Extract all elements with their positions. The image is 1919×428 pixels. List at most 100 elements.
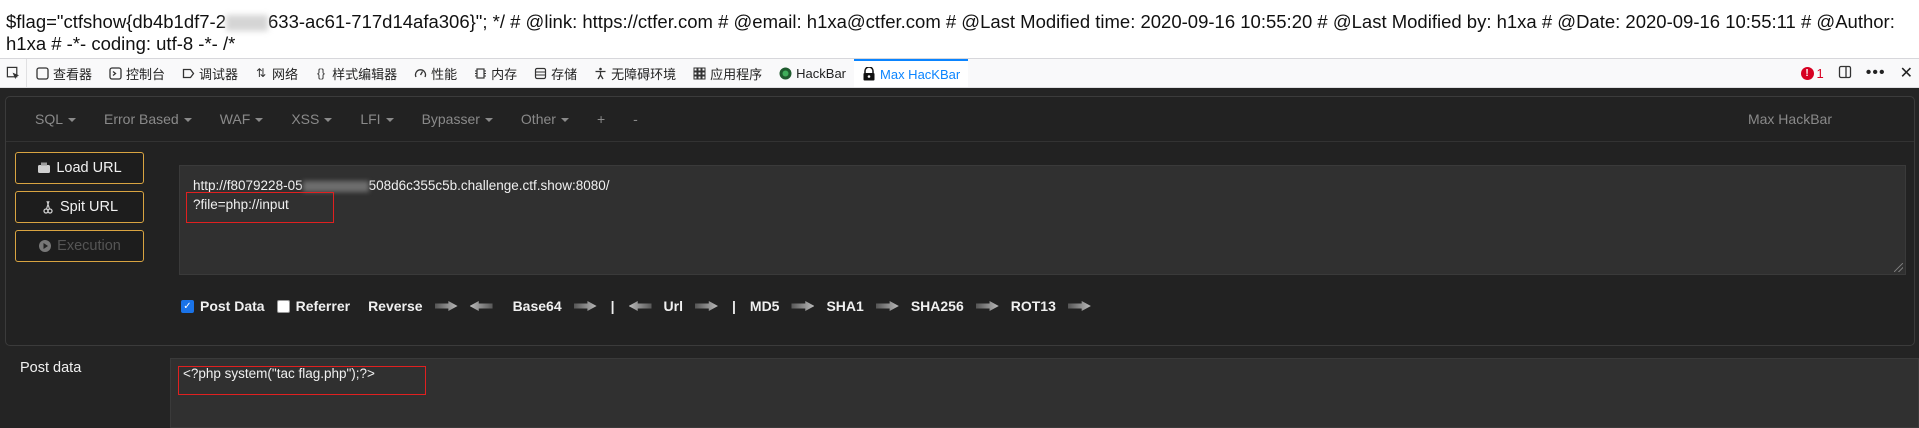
- dock-side-icon[interactable]: [1838, 65, 1852, 82]
- chevron-down-icon: [385, 117, 394, 122]
- post-data-textarea[interactable]: <?php system("tac flag.php");?>: [170, 358, 1919, 428]
- tab-performance[interactable]: 性能: [405, 59, 465, 87]
- devtools-right-controls: ! 1 ••• ✕: [1800, 59, 1913, 87]
- load-icon: [37, 161, 51, 175]
- tab-inspector[interactable]: 查看器: [27, 59, 100, 87]
- error-icon: !: [1800, 66, 1814, 80]
- chevron-down-icon: [255, 117, 264, 122]
- tab-memory[interactable]: 内存: [465, 59, 525, 87]
- highlight-box: [178, 366, 426, 395]
- inspector-icon: [35, 66, 49, 80]
- options-row: ✓ Post Data Referrer Reverse Base64 | Ur…: [181, 294, 1103, 318]
- resize-grip-icon[interactable]: [1894, 263, 1903, 272]
- tab-console[interactable]: 控制台: [100, 59, 173, 87]
- base64-label: Base64: [512, 298, 562, 314]
- menu-other[interactable]: Other: [507, 111, 583, 127]
- chevron-down-icon: [68, 117, 77, 122]
- reverse-button[interactable]: Reverse: [368, 298, 423, 314]
- close-icon[interactable]: ✕: [1900, 63, 1913, 83]
- tab-label: 控制台: [126, 66, 166, 82]
- debugger-icon: [181, 66, 195, 80]
- tab-max-hackbar[interactable]: Max HacKBar: [854, 59, 969, 87]
- tab-label: 内存: [491, 66, 518, 82]
- referrer-label[interactable]: Referrer: [296, 298, 350, 314]
- tab-label: HackBar: [796, 65, 847, 81]
- post-data-label[interactable]: Post Data: [200, 298, 265, 314]
- url-encode-arrow-icon[interactable]: [694, 301, 718, 311]
- rot13-label: ROT13: [1010, 298, 1056, 314]
- hackbar-main-box: SQL Error Based WAF XSS LFI Bypasser Oth…: [5, 96, 1915, 346]
- menu-add[interactable]: +: [583, 111, 619, 127]
- tab-storage[interactable]: 存储: [525, 59, 585, 87]
- md5-arrow-icon[interactable]: [791, 301, 815, 311]
- storage-icon: [533, 66, 547, 80]
- rot13-arrow-icon[interactable]: [1067, 301, 1091, 311]
- sha1-label: SHA1: [826, 298, 864, 314]
- max-hackbar-panel: SQL Error Based WAF XSS LFI Bypasser Oth…: [0, 88, 1919, 428]
- redacted-region: [226, 15, 268, 32]
- split-url-button[interactable]: Spit URL: [15, 191, 144, 223]
- tab-label: 无障碍环境: [611, 66, 677, 82]
- network-icon: ⇅: [256, 66, 267, 80]
- separator: |: [731, 298, 736, 314]
- console-icon: [108, 66, 122, 80]
- error-count: 1: [1816, 65, 1824, 81]
- more-options-icon[interactable]: •••: [1866, 64, 1886, 82]
- max-hackbar-icon: [862, 67, 876, 81]
- tab-label: 查看器: [53, 66, 93, 82]
- memory-icon: [473, 66, 487, 80]
- hackbar-menu: SQL Error Based WAF XSS LFI Bypasser Oth…: [6, 97, 1914, 142]
- tab-network[interactable]: ⇅ 网络: [246, 59, 306, 87]
- page-output-text-end: 633-ac61-717d14afa306}"; */ # @link: htt…: [6, 11, 1895, 54]
- error-count-badge[interactable]: ! 1: [1800, 65, 1824, 81]
- chevron-down-icon: [484, 117, 493, 122]
- referrer-checkbox[interactable]: [276, 299, 290, 313]
- tab-label: 存储: [551, 66, 578, 82]
- execution-button[interactable]: Execution: [15, 230, 144, 262]
- chevron-down-icon: [183, 117, 192, 122]
- tab-accessibility[interactable]: 无障碍环境: [585, 59, 684, 87]
- load-url-button[interactable]: Load URL: [15, 152, 144, 184]
- menu-remove[interactable]: -: [619, 111, 652, 127]
- url-label: Url: [663, 298, 683, 314]
- menu-lfi[interactable]: LFI: [346, 111, 407, 127]
- scissors-icon: [41, 200, 55, 214]
- menu-error-based[interactable]: Error Based: [90, 111, 206, 127]
- tab-label: Max HacKBar: [880, 66, 961, 82]
- tab-style-editor[interactable]: {} 样式编辑器: [306, 59, 405, 87]
- menu-waf[interactable]: WAF: [206, 111, 278, 127]
- post-data-checkbox[interactable]: ✓: [181, 299, 194, 313]
- tab-label: 调试器: [199, 66, 239, 82]
- sha1-arrow-icon[interactable]: [875, 301, 899, 311]
- post-data-section-label: Post data: [20, 360, 82, 376]
- chevron-down-icon: [324, 117, 333, 122]
- sha256-label: SHA256: [910, 298, 964, 314]
- url-decode-arrow-icon[interactable]: [628, 301, 652, 311]
- element-picker-icon[interactable]: [0, 59, 27, 87]
- url-textarea[interactable]: http://f8079228-05 508d6c355c5b.challenge…: [179, 165, 1906, 275]
- application-icon: [692, 66, 706, 80]
- tab-hackbar[interactable]: HackBar: [770, 59, 854, 87]
- devtools-toolbar: 查看器 控制台 调试器 ⇅ 网络 {} 样式编辑器 性能 内存 存储 无障碍环境…: [0, 58, 1919, 88]
- play-icon: [38, 239, 52, 253]
- sha256-arrow-icon[interactable]: [975, 301, 999, 311]
- menu-sql[interactable]: SQL: [6, 111, 90, 127]
- tab-label: 性能: [431, 66, 458, 82]
- menu-xss[interactable]: XSS: [277, 111, 346, 127]
- chevron-down-icon: [560, 117, 569, 122]
- menu-bypasser[interactable]: Bypasser: [408, 111, 507, 127]
- redacted-region: [302, 180, 369, 192]
- highlight-box: [186, 192, 334, 223]
- hackbar-icon: [778, 66, 792, 80]
- tab-debugger[interactable]: 调试器: [173, 59, 246, 87]
- arrow-right-icon[interactable]: [434, 301, 458, 311]
- arrow-left-icon[interactable]: [469, 301, 493, 311]
- separator: |: [610, 298, 615, 314]
- tab-application[interactable]: 应用程序: [684, 59, 770, 87]
- base64-encode-arrow-icon[interactable]: [573, 301, 597, 311]
- page-output-text-start: $flag="ctfshow{db4b1df7-2: [6, 11, 226, 32]
- page-output: $flag="ctfshow{db4b1df7-2 633-ac61-717d14…: [0, 0, 1919, 57]
- hackbar-brand: Max HackBar: [1747, 111, 1832, 127]
- url-line-1: http://f8079228-05 508d6c355c5b.challenge…: [193, 178, 610, 193]
- tab-label: 网络: [272, 66, 299, 82]
